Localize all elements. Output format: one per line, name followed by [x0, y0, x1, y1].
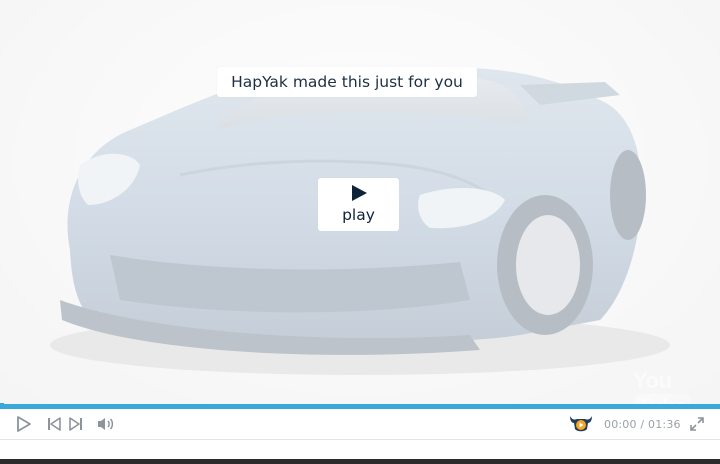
- video-area[interactable]: HapYak made this just for you play YouTu…: [0, 0, 720, 404]
- hapyak-tagline: HapYak made this just for you: [217, 67, 477, 97]
- play-label: play: [342, 206, 375, 224]
- youtube-watermark-box: Tube: [634, 394, 691, 404]
- play-icon: [17, 416, 31, 432]
- youtube-watermark-text: You: [633, 368, 672, 393]
- previous-button[interactable]: [47, 416, 61, 432]
- hapyak-logo[interactable]: [569, 414, 593, 434]
- play-button[interactable]: [16, 416, 32, 432]
- time-display: 00:00 / 01:36: [604, 418, 681, 431]
- bottom-border: [0, 459, 720, 464]
- control-bar: 00:00 / 01:36: [0, 409, 720, 440]
- previous-icon: [48, 417, 61, 431]
- volume-icon: [98, 418, 114, 430]
- play-overlay-button[interactable]: play: [318, 178, 399, 231]
- youtube-watermark[interactable]: YouTube: [633, 368, 720, 404]
- next-icon: [69, 417, 82, 431]
- video-player: HapYak made this just for you play YouTu…: [0, 0, 720, 464]
- current-time: 00:00: [604, 418, 637, 431]
- duration: 01:36: [648, 418, 681, 431]
- fullscreen-icon: [690, 417, 704, 431]
- fullscreen-button[interactable]: [690, 417, 704, 431]
- hapyak-logo-icon: [570, 416, 592, 432]
- next-button[interactable]: [69, 416, 83, 432]
- play-icon: [352, 185, 367, 201]
- volume-button[interactable]: [97, 416, 115, 432]
- time-separator: /: [640, 418, 645, 431]
